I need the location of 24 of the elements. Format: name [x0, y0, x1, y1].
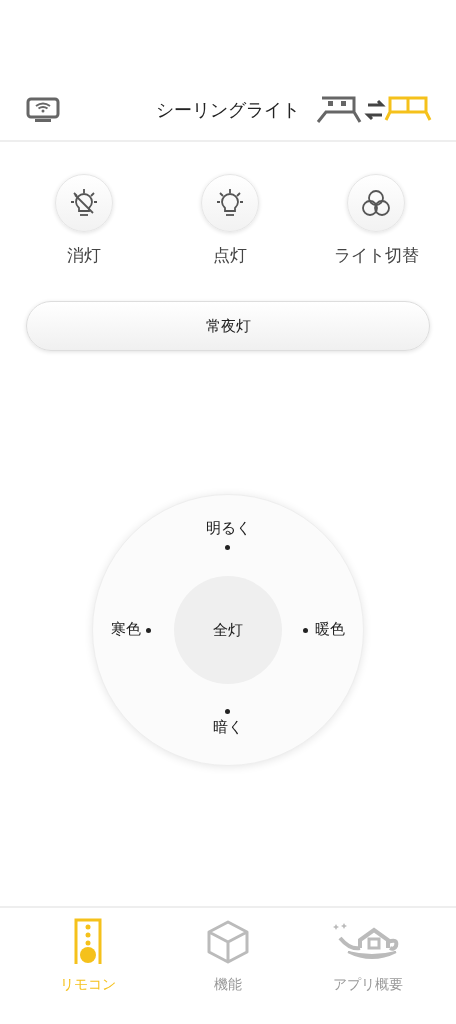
device-title: シーリングライト	[156, 98, 300, 122]
button-label: 点灯	[213, 244, 247, 267]
brighter-button[interactable]: 明るく	[205, 519, 251, 538]
light-button[interactable]	[347, 174, 405, 232]
cube-icon	[206, 918, 250, 966]
button-label: 消灯	[67, 244, 101, 267]
circles-icon	[361, 189, 391, 217]
warm-color-button[interactable]: 暖色	[315, 620, 345, 639]
bulb-icon	[216, 188, 244, 218]
bulb-off-icon	[70, 188, 98, 218]
dot-icon	[146, 628, 151, 633]
remote-icon	[74, 918, 102, 966]
dot-icon	[225, 709, 230, 714]
light-button[interactable]	[55, 174, 113, 232]
full-light-button[interactable]: 全灯	[174, 576, 282, 684]
cool-color-button[interactable]: 寒色	[111, 620, 141, 639]
darker-button[interactable]: 暗く	[213, 718, 243, 737]
dot-icon	[225, 545, 230, 550]
button-label: ライト切替	[333, 244, 419, 267]
dot-icon	[303, 628, 308, 633]
light-button[interactable]	[201, 174, 259, 232]
wifi-monitor-icon[interactable]	[26, 97, 60, 123]
light-switch-icon[interactable]	[314, 95, 432, 125]
night-light-button[interactable]: 常夜灯	[26, 301, 430, 351]
